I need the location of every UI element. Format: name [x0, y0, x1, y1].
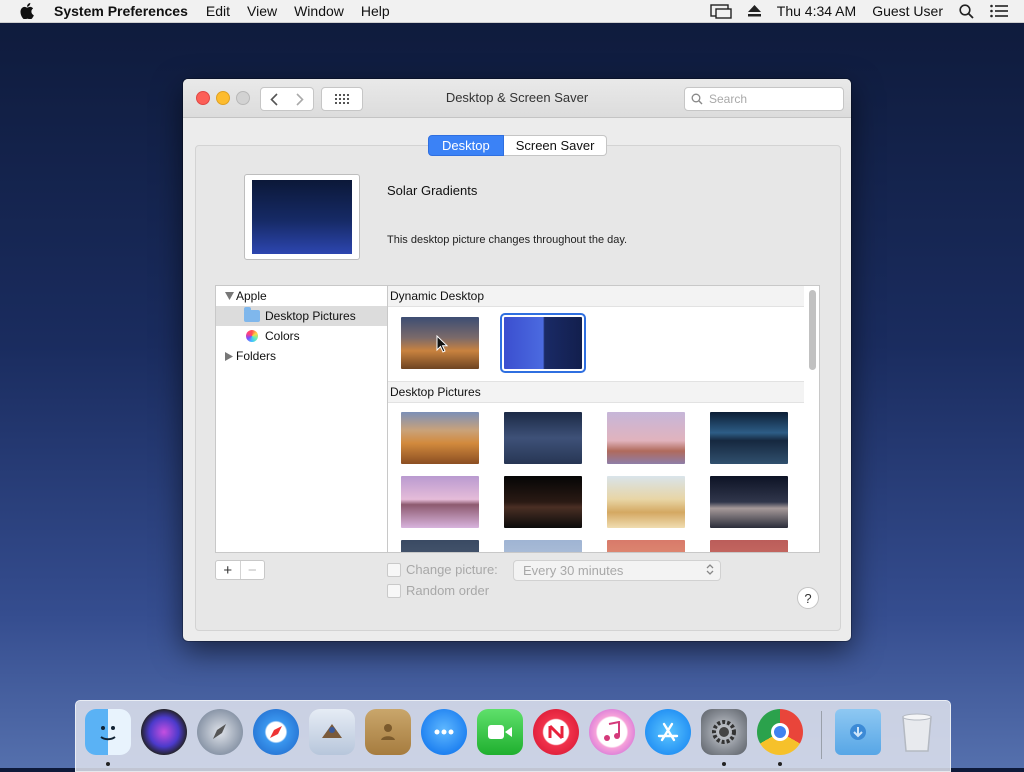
sidebar-item-colors[interactable]: Colors	[216, 326, 388, 346]
thumbnail-golden-dunes[interactable]	[607, 476, 685, 528]
notification-center-icon[interactable]	[990, 4, 1008, 18]
menu-bar: System Preferences Edit View Window Help…	[0, 0, 1024, 23]
menu-app-name[interactable]: System Preferences	[54, 3, 188, 19]
thumbnail-mojave-pink-rock[interactable]	[607, 412, 685, 464]
system-preferences-icon[interactable]	[701, 709, 747, 755]
sidebar-item-label: Colors	[265, 329, 300, 343]
change-interval-popup[interactable]: Every 30 minutes	[513, 560, 721, 581]
search-field[interactable]: Search	[684, 87, 844, 111]
user-menu[interactable]: Guest User	[872, 3, 943, 19]
running-indicator	[778, 762, 782, 766]
tab-screen-saver[interactable]: Screen Saver	[503, 135, 608, 156]
running-indicator	[106, 762, 110, 766]
menu-edit[interactable]: Edit	[206, 3, 230, 19]
clock[interactable]: Thu 4:34 AM	[777, 3, 856, 19]
add-remove-buttons: + −	[215, 560, 265, 580]
change-picture-label: Change picture:	[406, 562, 498, 577]
change-interval-value: Every 30 minutes	[523, 563, 624, 578]
menu-window[interactable]: Window	[294, 3, 344, 19]
folder-icon	[244, 307, 260, 322]
section-header-desktop-pictures: Desktop Pictures	[388, 381, 804, 403]
finder-icon[interactable]	[85, 709, 131, 755]
spotlight-search-icon[interactable]	[959, 3, 974, 19]
title-bar: Desktop & Screen Saver Search	[183, 79, 851, 118]
checkbox-box[interactable]	[387, 583, 401, 598]
add-folder-button[interactable]: +	[216, 561, 240, 579]
thumbnail-mojave-night[interactable]	[504, 412, 582, 464]
thumbnail-city-night[interactable]	[504, 476, 582, 528]
safari-icon[interactable]	[253, 709, 299, 755]
contacts-icon[interactable]	[365, 709, 411, 755]
dock-separator	[821, 711, 822, 759]
current-picture-name: Solar Gradients	[387, 183, 478, 198]
mail-icon[interactable]	[309, 709, 355, 755]
eject-icon[interactable]	[747, 5, 761, 17]
sidebar-item-label: Folders	[236, 349, 277, 363]
google-chrome-icon[interactable]	[757, 709, 803, 755]
thumbnail-partial[interactable]	[607, 540, 685, 552]
siri-icon[interactable]	[141, 709, 187, 755]
mouse-cursor-icon	[436, 335, 448, 353]
app-store-icon[interactable]	[645, 709, 691, 755]
thumbnail-mojave-lake-dusk[interactable]	[710, 412, 788, 464]
random-order-checkbox[interactable]: Random order	[387, 583, 489, 598]
current-picture-preview	[244, 174, 360, 260]
running-indicator	[722, 762, 726, 766]
thumbnail-partial[interactable]	[401, 540, 479, 552]
remove-folder-button[interactable]: −	[239, 561, 265, 579]
menu-help[interactable]: Help	[361, 3, 390, 19]
current-picture-description: This desktop picture changes throughout …	[387, 234, 628, 246]
thumbnail-partial[interactable]	[504, 540, 582, 552]
launchpad-icon[interactable]	[197, 709, 243, 755]
menu-view[interactable]: View	[247, 3, 277, 19]
tab-desktop[interactable]: Desktop	[428, 135, 504, 156]
color-wheel-icon	[246, 330, 258, 342]
picture-gallery: Dynamic Desktop Desktop Pictures	[387, 285, 820, 553]
change-picture-checkbox[interactable]: Change picture:	[387, 562, 498, 577]
sidebar-item-label: Desktop Pictures	[265, 309, 356, 323]
search-icon	[691, 93, 703, 105]
display-mirror-icon[interactable]	[710, 3, 732, 19]
search-placeholder: Search	[709, 92, 748, 106]
tab-bar: Desktop Screen Saver	[428, 135, 608, 156]
section-header-dynamic-desktop: Dynamic Desktop	[388, 286, 804, 307]
disclosure-down-icon[interactable]	[224, 292, 234, 300]
updown-chevron-icon	[706, 564, 714, 575]
disclosure-right-icon[interactable]	[224, 351, 234, 361]
thumbnail-pink-rock-reflection[interactable]	[401, 476, 479, 528]
sidebar-item-label: Apple	[236, 289, 267, 303]
itunes-icon[interactable]	[589, 709, 635, 755]
messages-icon[interactable]	[421, 709, 467, 755]
gallery-scrollbar[interactable]	[809, 290, 816, 370]
help-button[interactable]: ?	[797, 587, 819, 609]
thumbnail-solar-gradients[interactable]	[500, 313, 586, 373]
news-icon[interactable]	[533, 709, 579, 755]
thumbnail-partial[interactable]	[710, 540, 788, 552]
thumbnail-dark-dunes[interactable]	[710, 476, 788, 528]
checkbox-box[interactable]	[387, 562, 401, 577]
facetime-icon[interactable]	[477, 709, 523, 755]
sidebar-item-folders[interactable]: Folders	[216, 346, 388, 366]
source-list: Apple Desktop Pictures Colors Folders	[215, 285, 388, 553]
desktop-screen-saver-window: Desktop & Screen Saver Search Desktop Sc…	[183, 79, 851, 641]
thumbnail-mojave-day[interactable]	[401, 412, 479, 464]
sidebar-item-desktop-pictures[interactable]: Desktop Pictures	[216, 306, 388, 326]
apple-menu-icon[interactable]	[20, 3, 34, 19]
dock	[75, 700, 951, 772]
sidebar-item-apple[interactable]: Apple	[216, 286, 388, 306]
trash-icon[interactable]	[894, 709, 940, 755]
random-order-label: Random order	[406, 583, 490, 598]
downloads-folder-icon[interactable]	[835, 709, 881, 755]
